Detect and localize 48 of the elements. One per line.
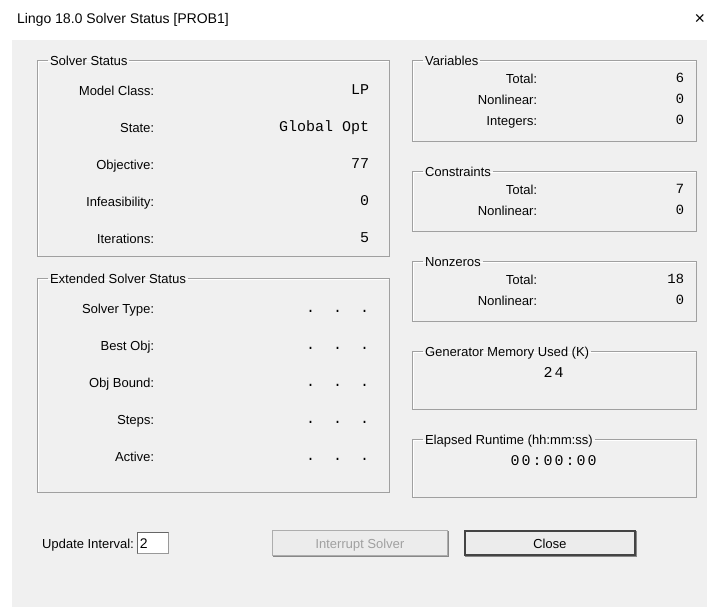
group-title: Constraints <box>424 164 492 179</box>
field-value: 6 <box>674 70 684 86</box>
field-label: Active: <box>114 449 154 464</box>
field-label: Integers: <box>485 113 537 128</box>
input-field[interactable]: 2 <box>136 532 169 554</box>
field-value: 0 <box>674 202 684 218</box>
group-title: Elapsed Runtime (hh:mm:ss) <box>424 432 594 447</box>
field-value: 0 <box>674 92 684 108</box>
field-value: . . . <box>304 337 370 354</box>
field-label: Nonlinear: <box>476 293 537 308</box>
field-value: Global Opt <box>278 119 370 136</box>
group-title: Solver Status <box>49 53 128 68</box>
close-button[interactable]: × <box>694 8 707 28</box>
field-label: Iterations: <box>96 231 154 246</box>
field-label: Update Interval: <box>42 536 134 550</box>
field-value: 0 <box>358 193 370 210</box>
dialog-button[interactable]: Close <box>464 530 636 556</box>
field-value: LP <box>350 82 370 99</box>
group-title: Nonzeros <box>424 254 482 269</box>
field-value: . . . <box>304 374 370 391</box>
field-value: 18 <box>666 272 684 288</box>
field-value: . . . <box>304 448 370 465</box>
field-value: 5 <box>358 230 370 247</box>
field-label: Best Obj: <box>100 338 154 353</box>
field-value: 0 <box>674 112 684 128</box>
field-label: Steps: <box>116 412 154 427</box>
window-title: Lingo 18.0 Solver Status [PROB1] <box>17 10 229 26</box>
field-value: 77 <box>350 156 370 173</box>
field-label: Total: <box>504 272 537 287</box>
field-label: Objective: <box>95 157 154 172</box>
field-label: Model Class: <box>78 83 154 98</box>
field-label: Solver Type: <box>80 301 154 316</box>
field-label: Obj Bound: <box>88 375 154 390</box>
field-value: 0 <box>674 292 684 308</box>
field-value: 24 <box>543 365 566 382</box>
field-label: State: <box>119 120 154 135</box>
field-value: 00:00:00 <box>510 453 598 470</box>
field-label: Nonlinear: <box>476 92 537 107</box>
field-value: 7 <box>674 182 684 198</box>
group-title: Generator Memory Used (K) <box>424 344 590 359</box>
group-title: Variables <box>424 53 480 68</box>
field-value: . . . <box>304 411 370 428</box>
group-title: Extended Solver Status <box>49 271 187 286</box>
field-label: Infeasibility: <box>85 194 154 209</box>
field-value: . . . <box>304 300 370 317</box>
field-label: Nonlinear: <box>476 203 537 218</box>
field-label: Total: <box>504 71 537 86</box>
field-label: Total: <box>504 182 537 197</box>
